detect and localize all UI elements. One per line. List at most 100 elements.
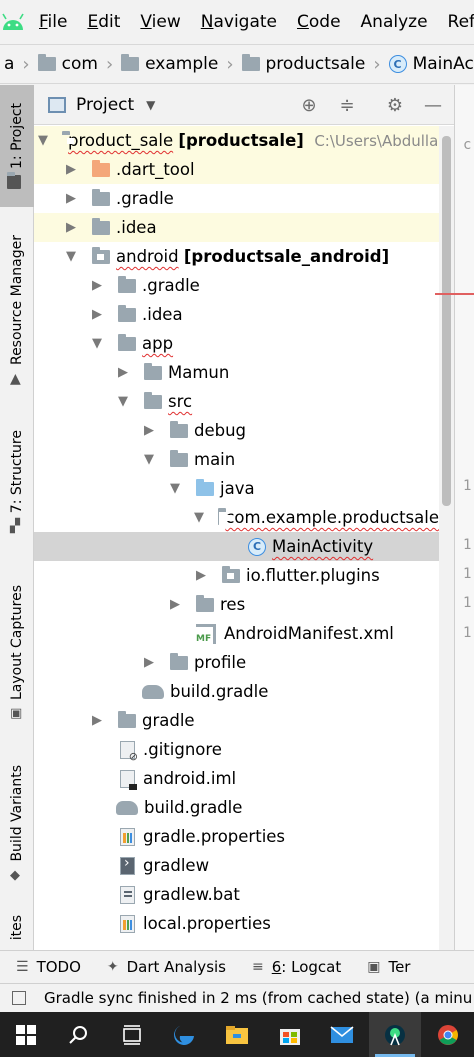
taskbar-chrome[interactable]	[421, 1012, 474, 1057]
taskbar-mail[interactable]	[316, 1012, 369, 1057]
chevron-right-icon[interactable]: ▶	[90, 713, 104, 728]
chevron-down-icon[interactable]: ▼	[142, 452, 156, 467]
chevron-right-icon[interactable]: ▶	[64, 191, 78, 206]
chevron-right-icon[interactable]: ▶	[142, 423, 156, 438]
chevron-down-icon[interactable]: ▼	[116, 394, 130, 409]
taskbar-file-explorer[interactable]	[211, 1012, 264, 1057]
scrollbar-thumb[interactable]	[442, 136, 451, 506]
tree-node-package[interactable]: ▼ com.example.productsale	[34, 503, 439, 532]
taskbar-search-button[interactable]	[53, 1012, 106, 1057]
tree-scrollbar[interactable]	[439, 126, 454, 950]
status-message: Gradle sync finished in 2 ms (from cache…	[44, 989, 473, 1007]
tree-node-res[interactable]: ▶ res	[34, 590, 439, 619]
tree-node-android-idea[interactable]: ▶ .idea	[34, 300, 439, 329]
folder-icon	[241, 54, 260, 71]
gear-icon[interactable]: ⚙	[384, 94, 406, 116]
tool-tab-logcat[interactable]: ≡ 6: Logcat	[252, 958, 341, 976]
tree-node-app-build-gradle[interactable]: build.gradle	[34, 677, 439, 706]
tree-node-build-gradle[interactable]: build.gradle	[34, 793, 439, 822]
tree-node-profile[interactable]: ▶ profile	[34, 648, 439, 677]
folder-icon	[118, 710, 136, 728]
tool-tab-structure[interactable]: 7: Structure ▞	[0, 430, 34, 535]
tree-node-android[interactable]: ▼ android [productsale_android]	[34, 242, 439, 271]
tree-node-local-properties[interactable]: local.properties	[34, 909, 439, 938]
taskbar-edge[interactable]	[158, 1012, 211, 1057]
breadcrumb-item-productsale[interactable]: productsale	[238, 54, 370, 74]
tree-node-gradle[interactable]: ▶ .gradle	[34, 184, 439, 213]
tree-node-src[interactable]: ▼ src	[34, 387, 439, 416]
tool-tab-terminal[interactable]: ▣ Ter	[367, 958, 410, 976]
tree-node-java[interactable]: ▼ java	[34, 474, 439, 503]
tree-node-dart-tool[interactable]: ▶ .dart_tool	[34, 155, 439, 184]
tool-tab-layout-captures[interactable]: Layout Captures ▣	[0, 585, 34, 722]
tree-node-android-gradle-folder[interactable]: ▶ gradle	[34, 706, 439, 735]
tool-tab-todo[interactable]: ☰ TODO	[16, 958, 81, 976]
structure-icon: ▞	[10, 519, 20, 535]
chevron-down-icon[interactable]: ▼	[194, 510, 204, 525]
chevron-right-icon[interactable]: ▶	[90, 278, 104, 293]
chevron-right-icon[interactable]: ▶	[116, 365, 130, 380]
chevron-down-icon[interactable]: ▼	[168, 481, 182, 496]
tool-tab-project[interactable]: 1: Project	[0, 85, 34, 207]
start-button[interactable]	[0, 1012, 53, 1057]
menu-refactor[interactable]: Refact	[435, 12, 474, 32]
status-bar: Gradle sync finished in 2 ms (from cache…	[0, 983, 474, 1012]
menu-file[interactable]: File	[26, 12, 74, 32]
excluded-folder-icon	[92, 159, 110, 177]
tree-node-mamun[interactable]: ▶ Mamun	[34, 358, 439, 387]
tree-node-gradle-properties[interactable]: gradle.properties	[34, 822, 439, 851]
chevron-down-icon[interactable]: ▼	[90, 336, 104, 351]
breadcrumb-item-app[interactable]: a	[0, 54, 18, 74]
task-view-button[interactable]	[105, 1012, 158, 1057]
project-view-selector[interactable]: Project ▼	[48, 95, 155, 115]
chevron-right-icon[interactable]: ▶	[64, 220, 78, 235]
tree-node-androidmanifest[interactable]: MF AndroidManifest.xml	[34, 619, 439, 648]
breadcrumb-item-example[interactable]: example	[117, 54, 222, 74]
tool-tab-dart-analysis[interactable]: ✦ Dart Analysis	[107, 958, 226, 976]
tree-node-android-iml[interactable]: android.iml	[34, 764, 439, 793]
shapes-icon: ▲	[10, 371, 21, 388]
build-variants-icon: ◆	[10, 867, 20, 883]
tree-node-main[interactable]: ▼ main	[34, 445, 439, 474]
logcat-icon: ≡	[252, 959, 264, 975]
chevron-down-icon[interactable]: ▼	[64, 249, 78, 264]
tree-node-product-sale[interactable]: ▼ product_sale [productsale] C:\Users\Ab…	[34, 126, 448, 155]
toggle-tool-windows-icon[interactable]	[12, 991, 26, 1005]
tree-node-debug[interactable]: ▶ debug	[34, 416, 439, 445]
chevron-right-icon[interactable]: ▶	[194, 568, 208, 583]
tree-node-gradlew-bat[interactable]: gradlew.bat	[34, 880, 439, 909]
properties-file-icon	[120, 914, 135, 933]
chevron-right-icon[interactable]: ▶	[64, 162, 78, 177]
tool-tab-resource-manager[interactable]: Resource Manager ▲	[0, 235, 34, 388]
chevron-right-icon[interactable]: ▶	[142, 655, 156, 670]
locate-icon[interactable]: ⊕	[298, 94, 320, 116]
tool-tab-favorites[interactable]: ites	[0, 915, 34, 940]
task-view-icon	[122, 1024, 141, 1045]
taskbar-android-studio[interactable]	[368, 1012, 422, 1057]
chevron-down-icon[interactable]: ▼	[38, 133, 48, 148]
menu-view[interactable]: View	[127, 12, 187, 32]
collapse-all-icon[interactable]: ≑	[336, 94, 358, 116]
tree-node-gitignore[interactable]: .gitignore	[34, 735, 439, 764]
breadcrumb-item-com[interactable]: com	[34, 54, 102, 74]
tree-node-app[interactable]: ▼ app	[34, 329, 439, 358]
tree-node-mainactivity[interactable]: C MainActivity	[34, 532, 439, 561]
layout-capture-icon: ▣	[10, 706, 23, 722]
tree-node-io-flutter-plugins[interactable]: ▶ io.flutter.plugins	[34, 561, 439, 590]
tree-node-gradlew[interactable]: gradlew	[34, 851, 439, 880]
chevron-right-icon[interactable]: ▶	[168, 597, 182, 612]
menu-edit[interactable]: Edit	[74, 12, 127, 32]
menu-code[interactable]: Code	[284, 12, 348, 32]
taskbar-store[interactable]	[263, 1012, 316, 1057]
minimize-icon[interactable]: —	[422, 94, 444, 116]
breadcrumb-item-mainactivity[interactable]: CMainActivity	[385, 54, 474, 74]
tool-tab-build-variants[interactable]: Build Variants ◆	[0, 765, 34, 883]
menu-analyze[interactable]: Analyze	[348, 12, 435, 32]
chevron-right-icon[interactable]: ▶	[90, 307, 104, 322]
tree-node-idea[interactable]: ▶ .idea	[34, 213, 439, 242]
menu-navigate[interactable]: Navigate	[188, 12, 284, 32]
project-panel: Project ▼ ⊕ ≑ ⚙ — ▼ product_sale [produc…	[34, 85, 454, 950]
folder-icon	[7, 171, 21, 189]
tree-node-android-gradle[interactable]: ▶ .gradle	[34, 271, 439, 300]
android-studio-logo-icon	[0, 0, 26, 44]
